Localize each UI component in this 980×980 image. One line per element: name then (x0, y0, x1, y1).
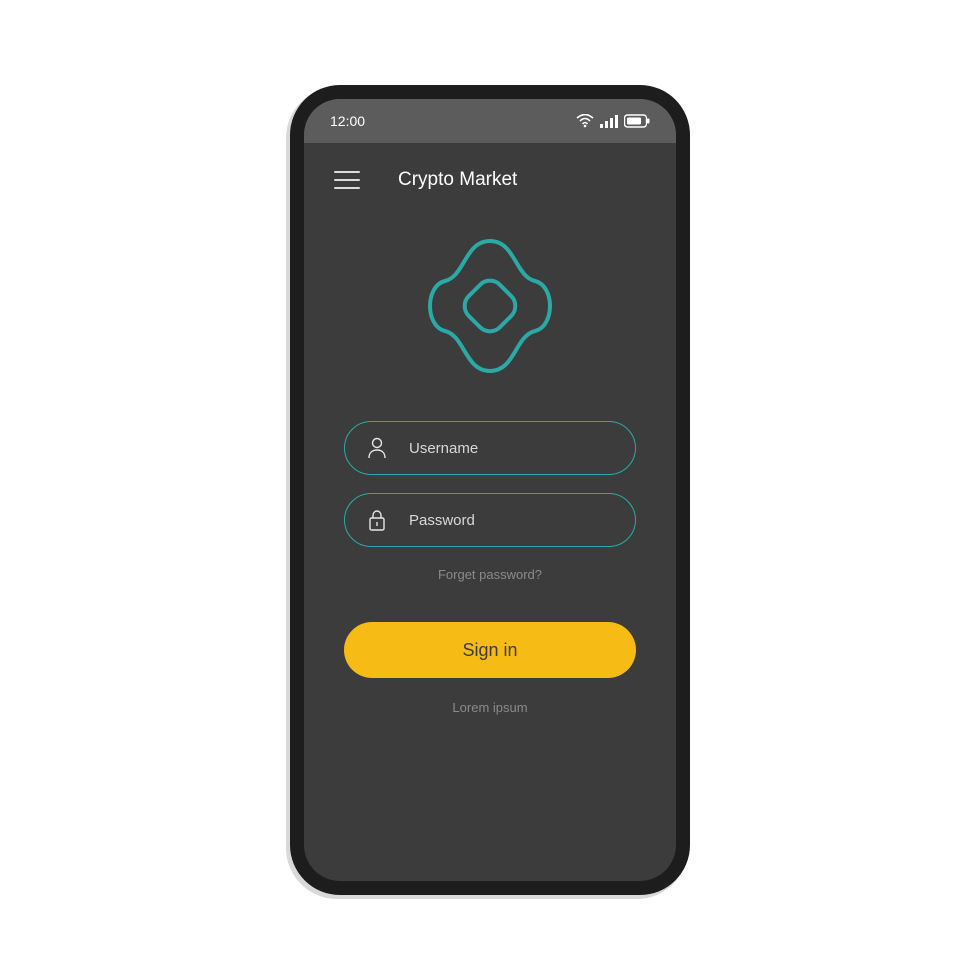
lock-icon (367, 509, 387, 531)
screen: 12:00 (304, 99, 676, 881)
phone-frame: 12:00 (290, 85, 690, 895)
forgot-password-link[interactable]: Forget password? (438, 567, 542, 582)
username-input[interactable] (409, 440, 613, 457)
username-field[interactable] (344, 421, 636, 475)
password-input[interactable] (409, 512, 613, 529)
logo (304, 201, 676, 421)
footer-text: Lorem ipsum (304, 700, 676, 715)
menu-icon[interactable] (334, 171, 360, 189)
app-header: Crypto Market (304, 143, 676, 201)
brand-logo-icon (405, 221, 575, 391)
password-field[interactable] (344, 493, 636, 547)
login-form: Forget password? (304, 421, 676, 582)
user-icon (367, 437, 387, 459)
status-bar: 12:00 (304, 99, 676, 143)
battery-icon (624, 114, 650, 128)
status-time: 12:00 (330, 113, 365, 129)
wifi-icon (576, 114, 594, 128)
signal-icon (600, 114, 618, 128)
signin-button[interactable]: Sign in (344, 622, 636, 678)
status-icons (576, 114, 650, 128)
app-title: Crypto Market (398, 169, 517, 191)
